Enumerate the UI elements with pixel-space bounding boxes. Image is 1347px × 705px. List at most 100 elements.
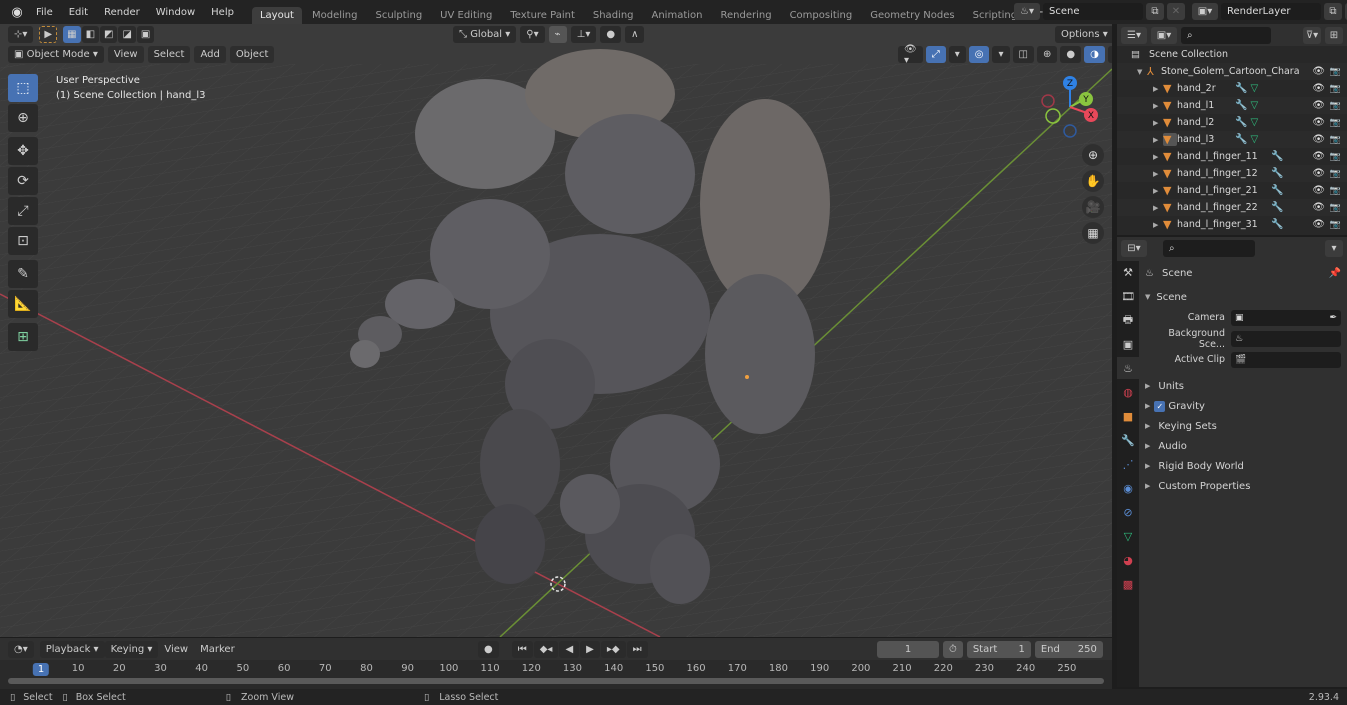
render-camera-icon[interactable]: 📷 (1330, 84, 1341, 94)
camera-field[interactable]: ▣ ✒ (1231, 309, 1341, 326)
visibility-eye-icon[interactable]: 👁 (1312, 134, 1325, 145)
viewport-menu-view[interactable]: View (107, 46, 144, 63)
new-collection-icon[interactable]: ⊞ (1325, 26, 1343, 44)
properties-options-dropdown[interactable]: ▾ (1325, 239, 1343, 257)
visibility-eye-icon[interactable]: 👁 (1312, 151, 1325, 162)
material-tab-icon[interactable]: ◕ (1117, 549, 1139, 571)
menu-help[interactable]: Help (203, 7, 242, 18)
select-new-icon[interactable]: ▦ (63, 26, 81, 43)
outliner-item[interactable]: ▶ ▼ hand_l_finger_21 🔧 👁 📷 (1117, 182, 1347, 199)
new-view-layer-button[interactable]: ⧉ (1324, 3, 1342, 20)
render-camera-icon[interactable]: 📷 (1330, 101, 1341, 111)
outliner-item[interactable]: ▶ ▼ hand_l_finger_12 🔧 👁 📷 (1117, 165, 1347, 182)
expand-arrow-icon[interactable]: ▼ (1137, 68, 1147, 76)
section-units[interactable]: ▶ Units (1145, 376, 1341, 396)
outliner-item[interactable]: ▶ ▼ hand_l_finger_22 🔧 👁 📷 (1117, 199, 1347, 216)
object-tab-icon[interactable]: ■ (1117, 405, 1139, 427)
proportional-edit-toggle[interactable]: ● (600, 26, 622, 43)
world-tab-icon[interactable]: ◍ (1117, 381, 1139, 403)
tab-uv-editing[interactable]: UV Editing (432, 7, 500, 24)
properties-search-input[interactable]: ⌕ (1163, 239, 1255, 257)
gizmo-dropdown[interactable]: ▾ (948, 46, 966, 63)
render-camera-icon[interactable]: 📷 (1330, 169, 1341, 179)
viewport-menu-add[interactable]: Add (194, 46, 226, 63)
delete-scene-button[interactable]: ✕ (1167, 3, 1185, 20)
menu-edit[interactable]: Edit (61, 7, 96, 18)
viewport-menu-object[interactable]: Object (229, 46, 275, 63)
section-keying-sets[interactable]: ▶ Keying Sets (1145, 416, 1341, 436)
visibility-eye-icon[interactable]: 👁 (1312, 168, 1325, 179)
constraints-tab-icon[interactable]: ⊘ (1117, 501, 1139, 523)
ortho-toggle-grid-icon[interactable]: ▦ (1082, 222, 1104, 244)
scene-tab-icon[interactable]: ♨ (1117, 357, 1139, 379)
physics-tab-icon[interactable]: ◉ (1117, 477, 1139, 499)
pin-icon[interactable]: 📌 (1329, 268, 1341, 279)
output-tab-icon[interactable]: 🖶 (1117, 309, 1139, 331)
scene-selector-icon[interactable]: ♨▾ (1014, 3, 1040, 20)
expand-arrow-icon[interactable]: ▶ (1153, 119, 1163, 127)
viewport-menu-select[interactable]: Select (147, 46, 191, 63)
render-camera-icon[interactable]: 📷 (1330, 67, 1341, 77)
menu-window[interactable]: Window (148, 7, 203, 18)
section-audio[interactable]: ▶ Audio (1145, 436, 1341, 456)
xray-toggle[interactable]: ◫ (1012, 46, 1034, 63)
expand-arrow-icon[interactable]: ▶ (1153, 153, 1163, 161)
cursor-tool[interactable]: ⊕ (8, 104, 38, 132)
timeline-scrollbar[interactable] (8, 678, 1104, 684)
add-cube-tool[interactable]: ⊞ (8, 323, 38, 351)
rotate-tool[interactable]: ⟳ (8, 167, 38, 195)
outliner-display-mode-dropdown[interactable]: ☰▾ (1121, 26, 1147, 44)
outliner-item[interactable]: ▶ ▼ hand_l_finger_31 🔧 👁 📷 (1117, 216, 1347, 233)
render-camera-icon[interactable]: 📷 (1330, 203, 1341, 213)
scale-tool[interactable]: ⤢ (8, 197, 38, 225)
pan-view-hand-icon[interactable]: ✋ (1082, 170, 1104, 192)
section-rigid-body-world[interactable]: ▶ Rigid Body World (1145, 456, 1341, 476)
scene-panel-header[interactable]: ▼ Scene (1145, 287, 1341, 307)
view-layer-tab-icon[interactable]: ▣ (1117, 333, 1139, 355)
expand-arrow-icon[interactable]: ▶ (1153, 102, 1163, 110)
transform-tool[interactable]: ⊡ (8, 227, 38, 255)
section-custom-properties[interactable]: ▶ Custom Properties (1145, 476, 1341, 496)
select-extend-icon[interactable]: ◧ (81, 26, 100, 43)
shading-solid[interactable]: ● (1060, 46, 1082, 63)
zoom-view-icon[interactable]: ⊕ (1082, 144, 1104, 166)
options-dropdown[interactable]: Options ▾ (1055, 26, 1112, 43)
visibility-eye-icon[interactable]: 👁 (1312, 202, 1325, 213)
navigation-gizmo[interactable]: Z Y X (1035, 74, 1105, 144)
blender-logo-icon[interactable]: ◉ (6, 2, 28, 22)
annotate-tool[interactable]: ✎ (8, 260, 38, 288)
editor-type-button[interactable]: ⊹▾ (8, 26, 34, 43)
tab-texture-paint[interactable]: Texture Paint (502, 7, 583, 24)
shading-rendered[interactable]: ◐ (1107, 46, 1112, 63)
outliner-search-input[interactable]: ⌕ (1181, 26, 1271, 44)
overlays-toggle[interactable]: ◎ (968, 46, 990, 63)
expand-arrow-icon[interactable]: ▶ (1153, 187, 1163, 195)
mode-dropdown[interactable]: ▣ Object Mode ▾ (8, 46, 104, 63)
outliner-item[interactable]: ▶ ▼ hand_2r 🔧 ▽ 👁 📷 (1117, 80, 1347, 97)
expand-arrow-icon[interactable]: ▶ (1153, 136, 1163, 144)
particles-tab-icon[interactable]: ⋰ (1117, 453, 1139, 475)
visibility-eye-icon[interactable]: 👁 (1312, 100, 1325, 111)
render-camera-icon[interactable]: 📷 (1330, 135, 1341, 145)
shading-material-preview[interactable]: ◑ (1084, 46, 1105, 63)
tab-modeling[interactable]: Modeling (304, 7, 366, 24)
pivot-point-dropdown[interactable]: ⚲▾ (520, 26, 545, 43)
current-frame-marker[interactable]: 1 (32, 663, 50, 676)
tab-compositing[interactable]: Compositing (782, 7, 861, 24)
eyedropper-icon[interactable]: ✒ (1329, 313, 1337, 323)
properties-editor-type-dropdown[interactable]: ⊟▾ (1121, 239, 1147, 257)
render-camera-icon[interactable]: 📷 (1330, 118, 1341, 128)
visibility-eye-icon[interactable]: 👁 (1312, 185, 1325, 196)
transform-orientation-dropdown[interactable]: ⤡ Global ▾ (453, 26, 517, 43)
modifier-tab-icon[interactable]: 🔧 (1117, 429, 1139, 451)
visibility-eye-icon[interactable]: 👁 (1312, 219, 1325, 230)
menu-file[interactable]: File (28, 7, 61, 18)
outliner-item[interactable]: ▶ ▼ hand_l1 🔧 ▽ 👁 📷 (1117, 97, 1347, 114)
3d-viewport[interactable]: ⊹▾ ▶ ▦ ◧ ◩ ◪ ▣ ⤡ Global ▾ ⚲▾ ⌁ ⊥▾ ● ∧ Op… (0, 24, 1112, 637)
active-clip-field[interactable]: 🎬 (1231, 351, 1341, 368)
tab-sculpting[interactable]: Sculpting (367, 7, 430, 24)
measure-tool[interactable]: 📐 (8, 290, 38, 318)
expand-arrow-icon[interactable]: ▶ (1153, 170, 1163, 178)
render-tab-icon[interactable]: 🎞 (1117, 285, 1139, 307)
tab-rendering[interactable]: Rendering (712, 7, 779, 24)
